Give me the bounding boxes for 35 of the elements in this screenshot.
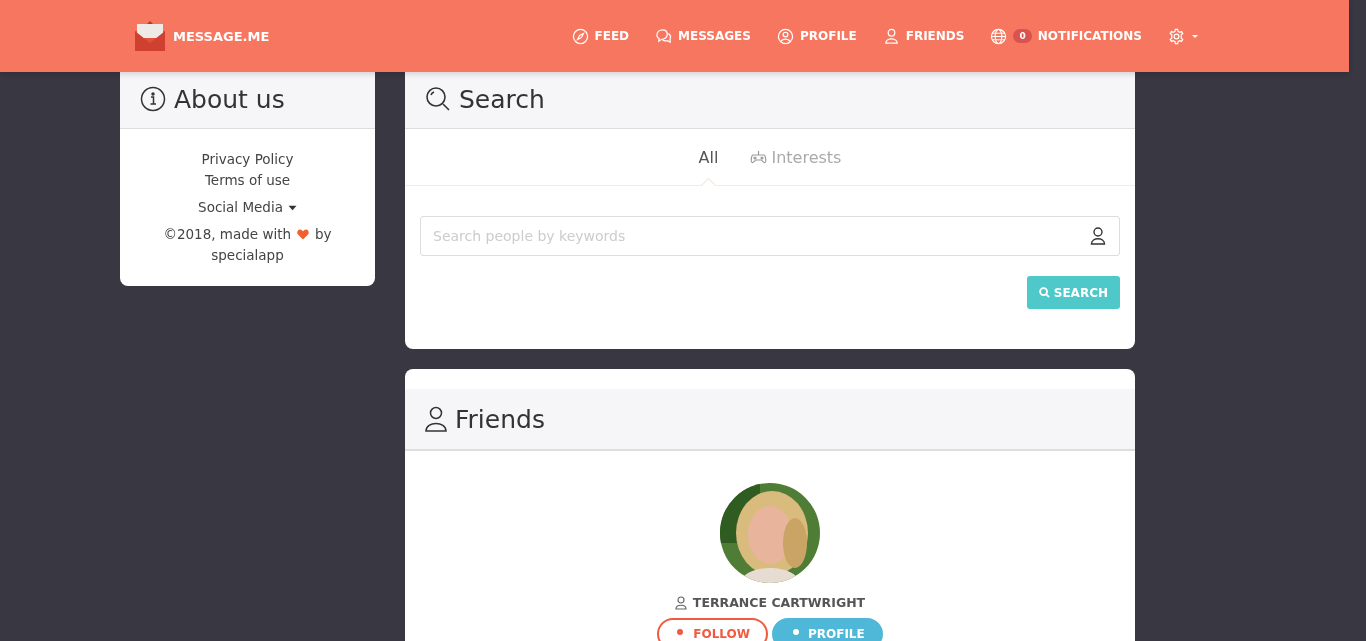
settings-dropdown[interactable]: [1168, 27, 1199, 45]
nav-link[interactable]: PROFILE: [776, 27, 857, 45]
nav-link[interactable]: 0 NOTIFICATIONS: [990, 27, 1142, 45]
user-circle-icon: [776, 27, 794, 45]
settings-icon: [1168, 27, 1185, 45]
follow-button[interactable]: FOLLOW: [657, 618, 768, 641]
credit-text: ©2018, made with: [163, 225, 292, 244]
credit-text: by: [315, 225, 332, 244]
globe-icon: [990, 27, 1008, 45]
search-icon: [1038, 287, 1050, 298]
heart-icon: [297, 229, 310, 240]
profile-button[interactable]: PROFILE: [771, 618, 883, 641]
caret-icon: [1191, 33, 1199, 39]
info-icon: [140, 86, 166, 112]
search-button[interactable]: SEARCH: [1026, 276, 1120, 309]
friend-name[interactable]: TERRANCE CARTWRIGHT: [692, 595, 866, 610]
card-title: Friends: [455, 404, 545, 434]
nav-link[interactable]: MESSAGES: [655, 27, 751, 45]
tab[interactable]: Interests: [750, 129, 842, 185]
nav-link[interactable]: FEED: [571, 27, 630, 45]
compass-icon: [571, 27, 589, 45]
card-title: Search: [459, 84, 545, 114]
credit-text: specialapp: [211, 246, 284, 265]
footer-link[interactable]: Terms of use: [204, 170, 291, 191]
nav-link[interactable]: FRIENDS: [882, 27, 965, 45]
chat-bubbles-icon: [655, 27, 673, 45]
footer-link[interactable]: Privacy Policy: [201, 149, 294, 170]
brand-name[interactable]: MESSAGE.ME: [173, 28, 270, 44]
gamepad-icon: [750, 150, 768, 164]
notification-count: 0: [1013, 29, 1032, 43]
card-title: About us: [174, 84, 285, 114]
social-media-dropdown[interactable]: Social Media: [198, 197, 297, 218]
caret-icon: [287, 204, 297, 211]
envelope-logo-icon: [135, 21, 165, 51]
search-icon: [425, 86, 451, 112]
